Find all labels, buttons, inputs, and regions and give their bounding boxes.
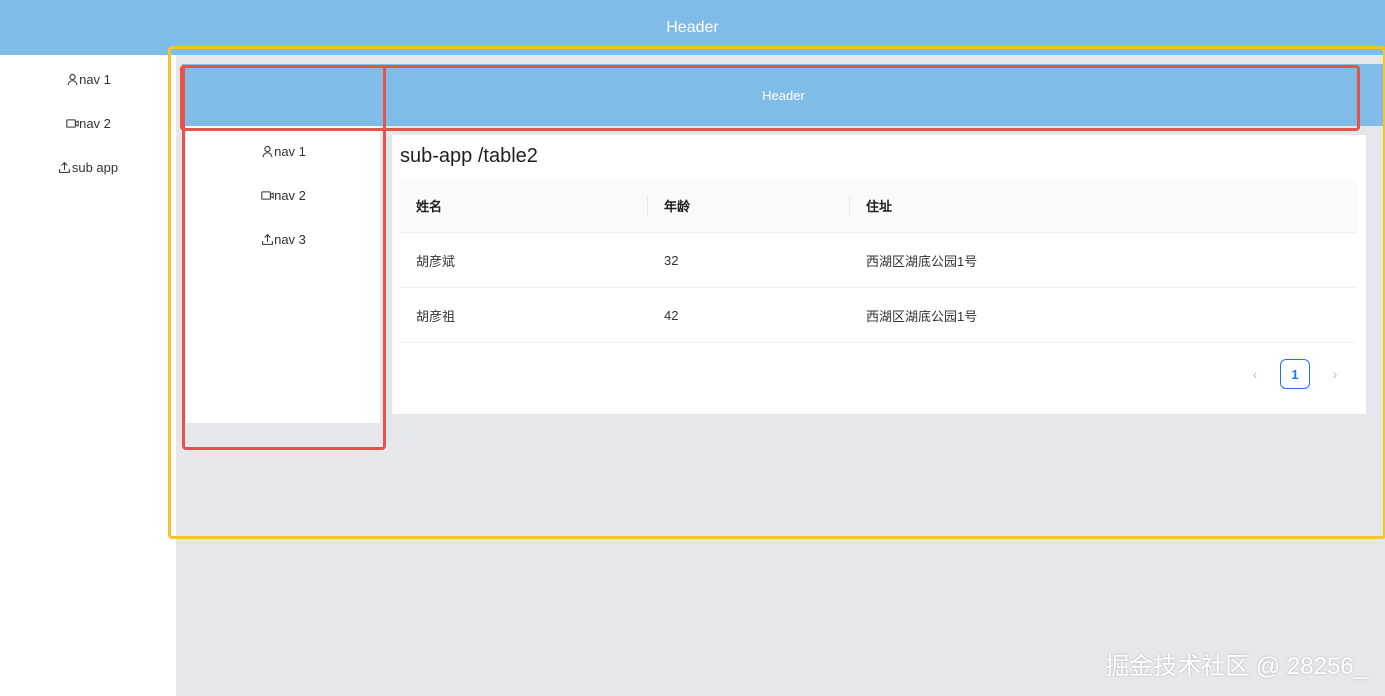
main-nav-item-sub-app[interactable]: sub app [0, 145, 176, 189]
sub-nav-label: nav 2 [274, 187, 306, 203]
data-table: 姓名 年龄 住址 胡彦斌 32 西湖区湖底公园1号 胡彦祖 42 西湖区湖底公园… [400, 179, 1357, 343]
upload-icon [58, 160, 72, 174]
sub-nav-label: nav 1 [274, 143, 306, 159]
sub-nav-label: nav 3 [274, 231, 306, 247]
user-icon [65, 72, 79, 86]
sub-nav-item-nav2[interactable]: nav 2 [186, 173, 380, 217]
table-row: 胡彦斌 32 西湖区湖底公园1号 [400, 232, 1357, 288]
table-cell: 西湖区湖底公园1号 [850, 287, 1357, 343]
video-camera-icon [260, 188, 274, 202]
main-header-title: Header [666, 18, 719, 36]
sub-app-container: Header nav 1 nav 2 nav 3 sub-app /table2… [176, 55, 1385, 696]
sub-nav-item-nav3[interactable]: nav 3 [186, 217, 380, 261]
column-header-name: 姓名 [400, 179, 648, 233]
sub-app-header-title: Header [762, 87, 805, 103]
watermark: 掘金技术社区 @ 28256_ [1105, 653, 1367, 680]
column-header-address: 住址 [850, 179, 1357, 233]
main-nav-label: nav 1 [79, 71, 111, 87]
column-header-age: 年龄 [648, 179, 850, 233]
main-nav-label: sub app [71, 159, 119, 175]
user-icon [260, 144, 274, 158]
pagination-prev-button[interactable]: ‹ [1240, 359, 1270, 389]
sub-app-header: Header [182, 64, 1385, 126]
table-cell: 42 [648, 287, 850, 343]
sub-nav-item-nav1[interactable]: nav 1 [186, 129, 380, 173]
main-nav-label: nav 2 [79, 115, 111, 131]
upload-icon [260, 232, 274, 246]
video-camera-icon [65, 116, 79, 130]
table-cell: 西湖区湖底公园1号 [850, 232, 1357, 288]
content-card: sub-app /table2 姓名 年龄 住址 胡彦斌 32 西湖区湖底公园1… [392, 135, 1366, 414]
pagination: ‹ 1 › [1240, 359, 1350, 389]
table-cell: 32 [648, 232, 850, 288]
main-nav-item-nav1[interactable]: nav 1 [0, 57, 176, 101]
table-row: 胡彦祖 42 西湖区湖底公园1号 [400, 287, 1357, 343]
table-header-row: 姓名 年龄 住址 [400, 179, 1357, 233]
table-cell: 胡彦祖 [400, 287, 648, 343]
pagination-next-button[interactable]: › [1320, 359, 1350, 389]
main-header: Header [0, 0, 1385, 55]
table-cell: 胡彦斌 [400, 232, 648, 288]
main-sidebar: nav 1 nav 2 sub app [0, 55, 176, 696]
main-nav-item-nav2[interactable]: nav 2 [0, 101, 176, 145]
sub-app-sidebar: nav 1 nav 2 nav 3 [186, 126, 380, 423]
page-title: sub-app /table2 [400, 145, 538, 167]
pagination-page-button[interactable]: 1 [1280, 359, 1310, 389]
